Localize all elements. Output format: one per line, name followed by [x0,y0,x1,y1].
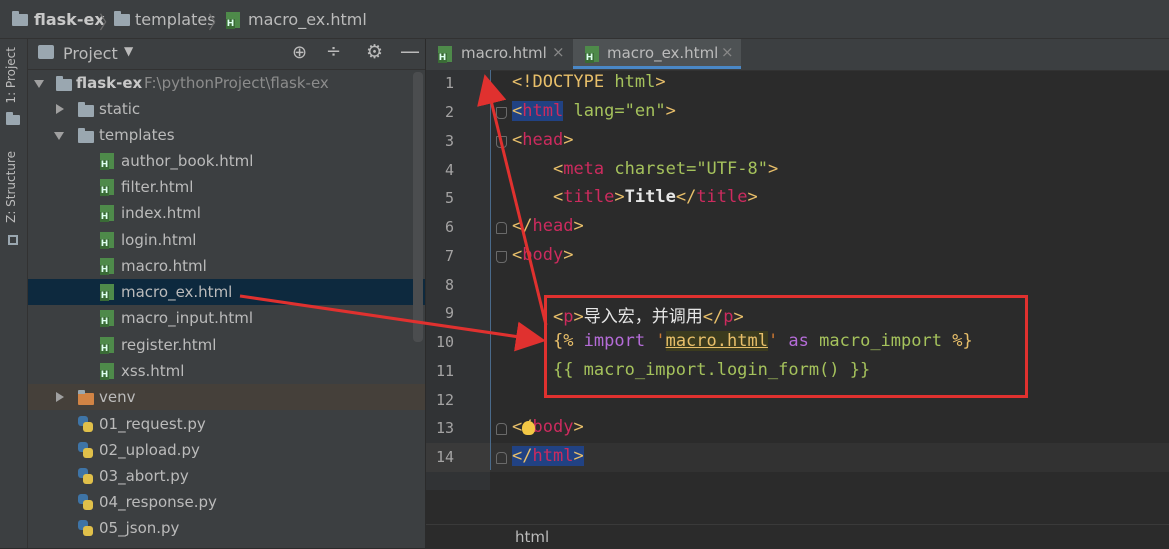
annotation-arrows [239,74,548,352]
breadcrumb-status: html [426,524,1169,549]
arrow-to-macro-tab [477,74,548,326]
status-tag[interactable]: html [515,528,549,546]
arrow-from-file [239,294,546,352]
